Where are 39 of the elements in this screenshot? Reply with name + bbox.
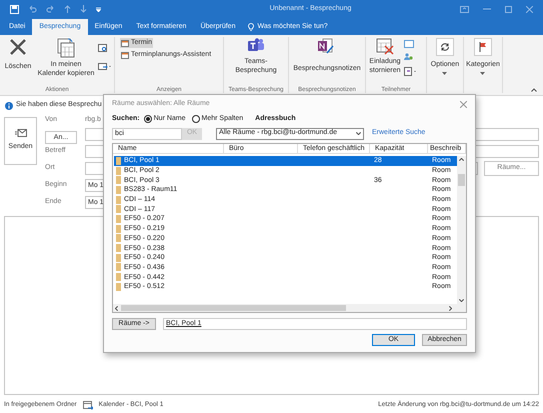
- scroll-down-icon: [459, 299, 464, 302]
- dropdown-caret-icon: [480, 72, 486, 75]
- undo-icon[interactable]: [28, 5, 37, 13]
- attendees-icon[interactable]: [404, 53, 414, 62]
- lightbulb-icon: [248, 23, 254, 31]
- collapse-ribbon-icon[interactable]: [531, 88, 537, 92]
- close-icon[interactable]: [460, 100, 467, 108]
- sync-icon: [440, 42, 450, 52]
- scroll-right-icon: [449, 306, 452, 310]
- vertical-scrollbar[interactable]: [457, 156, 466, 304]
- redo-icon[interactable]: [46, 5, 55, 13]
- close-icon[interactable]: [526, 6, 533, 12]
- envelope-icon: [14, 129, 26, 138]
- down-arrow-icon[interactable]: [80, 5, 87, 13]
- info-icon: [5, 102, 13, 110]
- horizontal-scrollbar[interactable]: [113, 304, 466, 312]
- teams-icon: [248, 38, 264, 53]
- calendar-search-icon[interactable]: [98, 44, 108, 53]
- minimize-icon[interactable]: [483, 8, 491, 10]
- up-arrow-icon[interactable]: [64, 5, 71, 13]
- radio-button[interactable]: [192, 115, 200, 123]
- scroll-thumb[interactable]: [458, 174, 465, 186]
- calendar-icon: [121, 40, 129, 46]
- radio-button[interactable]: [144, 115, 152, 123]
- notebook-icon: [318, 38, 336, 55]
- maximize-icon[interactable]: [505, 6, 512, 12]
- scroll-up-icon: [459, 158, 464, 161]
- scroll-left-icon: [115, 306, 118, 310]
- ribbon-display-icon[interactable]: [460, 6, 469, 12]
- calendar-copy-icon: [57, 38, 75, 58]
- chevron-down-icon: [356, 132, 361, 135]
- customize-icon[interactable]: [96, 6, 101, 12]
- calendar-cancel-icon: [376, 38, 394, 55]
- calendar-icon: [121, 52, 129, 58]
- save-icon[interactable]: [10, 4, 19, 14]
- shared-calendar-icon: [82, 400, 93, 410]
- delete-x-icon: [9, 38, 27, 56]
- flag-icon: [478, 42, 487, 52]
- dropdown-caret-icon: [442, 72, 448, 75]
